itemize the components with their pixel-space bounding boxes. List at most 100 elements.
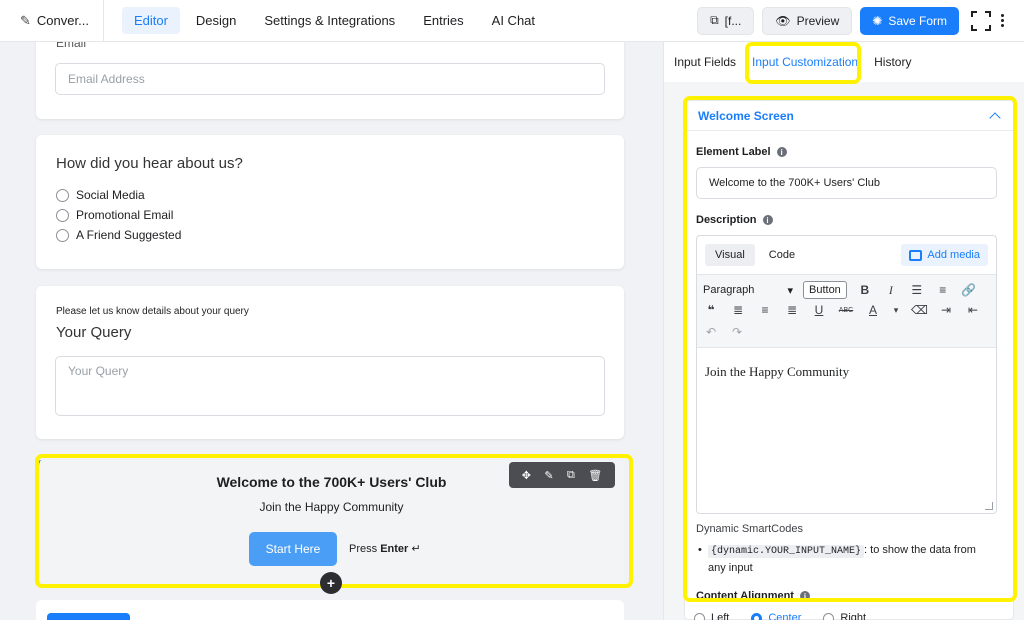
duplicate-icon[interactable]: ⧉ (567, 469, 575, 482)
hear-about-question: How did you hear about us? (56, 155, 243, 172)
align-option-center[interactable]: Center (751, 612, 801, 620)
chevron-up-icon[interactable] (989, 111, 1001, 124)
bullet-list-icon[interactable]: ☰ (909, 283, 925, 297)
radio-circle[interactable] (56, 228, 69, 242)
add-media-label: Add media (927, 249, 980, 261)
outdent-icon[interactable]: ⇤ (965, 303, 981, 317)
fullscreen-icon[interactable] (971, 10, 991, 31)
edit-icon[interactable]: ✎ (544, 469, 553, 482)
radio-label: A Friend Suggested (76, 228, 182, 242)
eye-icon: 👁 (775, 13, 791, 28)
underline-icon[interactable]: U (811, 303, 827, 317)
add-field-icon[interactable]: + (320, 572, 342, 594)
smartcode-code: {dynamic.YOUR_INPUT_NAME} (708, 545, 865, 558)
settings-panel: Input Fields Input Customization History… (663, 42, 1024, 620)
nav-entries[interactable]: Entries (411, 7, 475, 34)
element-label-input[interactable]: Welcome to the 700K+ Users' Club (696, 167, 997, 199)
nav-editor[interactable]: Editor (121, 7, 180, 34)
indent-icon[interactable]: ⇥ (938, 303, 954, 317)
smartcodes-title: Dynamic SmartCodes (696, 523, 803, 535)
tab-input-customization[interactable]: Input Customization (752, 55, 858, 69)
radio-label: Social Media (76, 188, 145, 202)
eraser-icon[interactable]: ⌫ (911, 303, 928, 317)
next-field-card[interactable] (36, 600, 624, 620)
section-header[interactable]: Welcome Screen (685, 101, 1013, 131)
align-option-label: Center (768, 612, 802, 620)
numbered-list-icon[interactable]: ≡ (935, 283, 951, 297)
move-icon[interactable]: ✥ (522, 469, 531, 482)
nav-settings[interactable]: Settings & Integrations (252, 7, 407, 34)
link-icon[interactable]: 🔗 (961, 283, 977, 297)
query-card[interactable]: Please let us know details about your qu… (36, 286, 624, 439)
bold-icon[interactable]: B (857, 283, 873, 297)
editor-tab-code[interactable]: Code (759, 244, 805, 266)
top-bar: ✎ Conver... Editor Design Settings & Int… (0, 0, 1024, 42)
hear-about-card[interactable]: How did you hear about us? Social Media … (36, 135, 624, 269)
email-field-card[interactable]: Email Email Address (36, 42, 624, 119)
blockquote-icon[interactable]: ❝ (703, 303, 719, 317)
welcome-screen-card[interactable]: Welcome to the 700K+ Users' Club Join th… (36, 460, 624, 586)
align-right-icon[interactable]: ≣ (784, 303, 800, 317)
email-label: Email (56, 42, 87, 50)
text-color-icon[interactable]: A (865, 303, 881, 317)
resize-handle-icon[interactable] (985, 502, 993, 510)
button-insert-button[interactable]: Button (803, 281, 847, 299)
add-media-button[interactable]: Add media (901, 244, 988, 266)
more-options-icon[interactable] (1001, 14, 1004, 27)
save-form-button[interactable]: ✺ Save Form (860, 6, 959, 35)
submit-button-preview[interactable] (47, 613, 130, 620)
tab-input-fields[interactable]: Input Fields (674, 55, 736, 69)
align-option-left[interactable]: Left (694, 612, 729, 620)
welcome-screen-section: Welcome Screen Element Label i Welcome t… (684, 100, 1014, 620)
toolbar-row-2: ❝ ≣ ≡ ≣ U ABC A ▾ ⌫ ⇥ ⇤ (703, 303, 981, 317)
format-select[interactable]: Paragraph ▾ (703, 284, 793, 297)
editor-tab-visual[interactable]: Visual (705, 244, 755, 266)
query-textarea[interactable]: Your Query (55, 356, 605, 416)
align-center-icon[interactable]: ≡ (757, 303, 773, 317)
preview-button[interactable]: 👁 Preview (762, 6, 853, 35)
strikethrough-icon[interactable]: ABC (838, 307, 854, 314)
editor-tabs: Visual Code Add media (697, 236, 996, 274)
shortcode-button[interactable]: ⧉ [f... (697, 6, 755, 35)
caret-down-icon: ▾ (787, 284, 793, 297)
rich-text-editor: Visual Code Add media Paragraph ▾ Button… (696, 235, 997, 514)
radio-circle[interactable] (694, 612, 705, 620)
email-input[interactable]: Email Address (55, 63, 605, 95)
redo-icon[interactable]: ↷ (729, 325, 745, 339)
header-actions: ⧉ [f... 👁 Preview ✺ Save Form (697, 6, 1024, 35)
radio-circle[interactable] (56, 188, 69, 202)
tab-history[interactable]: History (874, 55, 911, 69)
start-here-button[interactable]: Start Here (249, 532, 337, 566)
italic-icon[interactable]: I (883, 283, 899, 298)
form-title[interactable]: ✎ Conver... (0, 0, 104, 42)
info-icon[interactable]: i (776, 147, 787, 157)
radio-circle[interactable] (823, 612, 835, 620)
copy-icon: ⧉ (710, 13, 719, 27)
toolbar-row-3: ↶ ↷ (703, 325, 745, 339)
welcome-description: Join the Happy Community (259, 500, 404, 514)
toolbar-row-1: Paragraph ▾ Button B I ☰ ≡ 🔗 (703, 281, 977, 299)
editor-content[interactable]: Join the Happy Community (705, 364, 849, 380)
undo-icon[interactable]: ↶ (703, 325, 719, 339)
radio-option[interactable]: Promotional Email (56, 208, 173, 222)
content-alignment-title: Content Alignment i (696, 590, 810, 602)
align-option-right[interactable]: Right (823, 612, 866, 620)
radio-option[interactable]: Social Media (56, 188, 145, 202)
info-icon[interactable]: i (762, 215, 773, 225)
element-label-title: Element Label i (696, 146, 787, 158)
info-icon[interactable]: i (799, 591, 810, 601)
format-select-value: Paragraph (703, 284, 755, 296)
main-nav: Editor Design Settings & Integrations En… (121, 7, 547, 34)
align-left-icon[interactable]: ≣ (730, 303, 746, 317)
radio-circle[interactable] (56, 208, 69, 222)
radio-circle[interactable] (751, 612, 763, 620)
radio-option[interactable]: A Friend Suggested (56, 228, 181, 242)
nav-ai-chat[interactable]: AI Chat (480, 7, 547, 34)
press-enter-hint: Press Enter ↵ (349, 542, 421, 555)
trash-icon[interactable]: 🗑 (588, 469, 602, 482)
nav-design[interactable]: Design (184, 7, 248, 34)
caret-down-icon[interactable]: ▾ (892, 305, 900, 316)
align-option-label: Right (840, 612, 867, 620)
form-title-text: Conver... (36, 13, 89, 28)
media-icon (909, 249, 923, 261)
